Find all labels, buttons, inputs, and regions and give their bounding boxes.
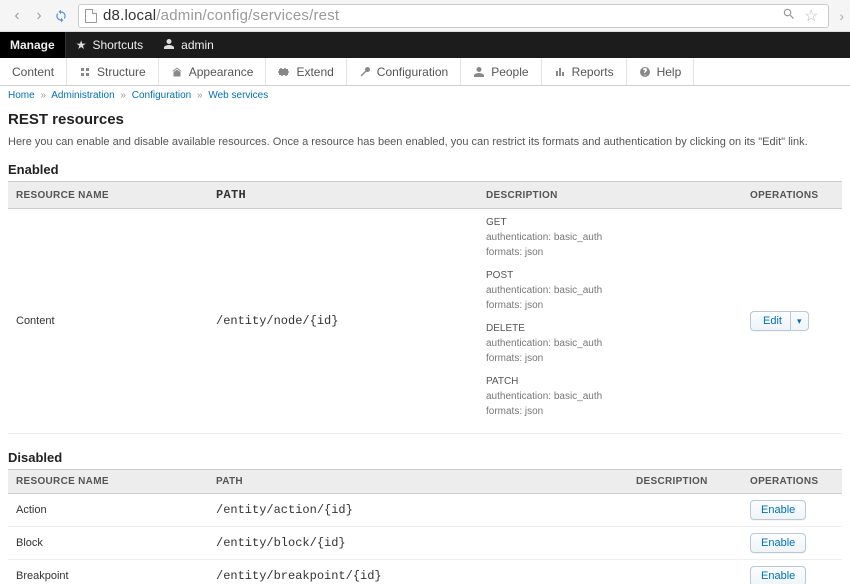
section-enabled-heading: Enabled — [8, 162, 842, 177]
table-row: Action/entity/action/{id} Enable — [8, 494, 842, 527]
breadcrumb-home[interactable]: Home — [8, 90, 35, 101]
user-tab[interactable]: admin — [153, 32, 224, 58]
cell-operations: Enable — [742, 560, 842, 584]
star-icon: ★ — [76, 38, 87, 52]
enable-button[interactable]: Enable — [750, 566, 806, 584]
table-row: Block/entity/block/{id} Enable — [8, 527, 842, 560]
reports-icon — [554, 66, 566, 78]
people-icon — [473, 66, 485, 78]
tab-reports[interactable]: Reports — [542, 58, 627, 85]
cell-path: /entity/block/{id} — [208, 527, 628, 560]
th-operations: OPERATIONS — [742, 182, 842, 209]
enable-button[interactable]: Enable — [750, 500, 806, 520]
tab-appearance[interactable]: Appearance — [159, 58, 267, 85]
breadcrumb-webservices[interactable]: Web services — [208, 90, 268, 101]
reload-button[interactable] — [52, 7, 70, 25]
tab-people[interactable]: People — [461, 58, 541, 85]
cell-path: /entity/action/{id} — [208, 494, 628, 527]
cell-resource-name: Action — [8, 494, 208, 527]
th-operations: OPERATIONS — [742, 470, 842, 494]
browser-chrome: ‹ › d8.local/admin/config/services/rest … — [0, 0, 850, 32]
cell-path: /entity/node/{id} — [208, 209, 478, 434]
edit-dropdown-toggle[interactable]: ▾ — [790, 311, 809, 331]
appearance-icon — [171, 66, 183, 78]
cell-operations: Enable — [742, 494, 842, 527]
tab-help[interactable]: Help — [627, 58, 695, 85]
breadcrumb: Home » Administration » Configuration » … — [0, 86, 850, 105]
breadcrumb-configuration[interactable]: Configuration — [132, 90, 191, 101]
page-title: REST resources — [8, 111, 842, 128]
forward-button[interactable]: › — [30, 7, 48, 25]
caret-down-icon: ▾ — [797, 316, 802, 327]
chevron-right-icon[interactable]: › — [839, 8, 844, 24]
tab-extend[interactable]: Extend — [266, 58, 346, 85]
url-bar[interactable]: d8.local/admin/config/services/rest ☆ — [78, 4, 829, 28]
cell-operations: Edit ▾ — [742, 209, 842, 434]
page-description: Here you can enable and disable availabl… — [8, 136, 842, 148]
th-resource-name: RESOURCE NAME — [8, 182, 208, 209]
bookmark-star-icon[interactable]: ☆ — [804, 6, 818, 26]
th-description: DESCRIPTION — [628, 470, 742, 494]
reload-icon — [54, 9, 68, 23]
cell-description: GET authentication: basic_auth formats: … — [478, 209, 742, 434]
table-row: Content /entity/node/{id} GET authentica… — [8, 209, 842, 434]
help-icon — [639, 66, 651, 78]
zoom-icon[interactable] — [782, 7, 796, 24]
structure-icon — [79, 66, 91, 78]
tab-structure[interactable]: Structure — [67, 58, 159, 85]
enable-button[interactable]: Enable — [750, 533, 806, 553]
cell-description — [628, 560, 742, 584]
section-disabled-heading: Disabled — [8, 450, 842, 465]
cell-resource-name: Block — [8, 527, 208, 560]
tab-configuration[interactable]: Configuration — [347, 58, 461, 85]
site-icon — [85, 9, 97, 23]
th-description: DESCRIPTION — [478, 182, 742, 209]
enabled-table: RESOURCE NAME PATH DESCRIPTION OPERATION… — [8, 181, 842, 434]
cell-resource-name: Content — [8, 209, 208, 434]
disabled-table: RESOURCE NAME PATH DESCRIPTION OPERATION… — [8, 469, 842, 584]
cell-operations: Enable — [742, 527, 842, 560]
manage-tab[interactable]: Manage — [0, 32, 66, 58]
wrench-icon — [359, 66, 371, 78]
cell-path: /entity/breakpoint/{id} — [208, 560, 628, 584]
breadcrumb-administration[interactable]: Administration — [51, 90, 114, 101]
url-text: d8.local/admin/config/services/rest — [103, 7, 339, 24]
th-resource-name: RESOURCE NAME — [8, 470, 208, 494]
user-icon — [163, 38, 175, 53]
th-path: PATH — [208, 470, 628, 494]
shortcuts-tab[interactable]: ★ Shortcuts — [66, 32, 153, 58]
admin-menu: Content Structure Appearance Extend Conf… — [0, 58, 850, 86]
cell-resource-name: Breakpoint — [8, 560, 208, 584]
extend-icon — [278, 66, 290, 78]
cell-description — [628, 494, 742, 527]
table-row: Breakpoint/entity/breakpoint/{id} Enable — [8, 560, 842, 584]
th-path: PATH — [208, 182, 478, 209]
back-button[interactable]: ‹ — [8, 7, 26, 25]
edit-button[interactable]: Edit — [750, 311, 790, 331]
cell-description — [628, 527, 742, 560]
tab-content[interactable]: Content — [0, 58, 67, 85]
admin-toolbar: Manage ★ Shortcuts admin — [0, 32, 850, 58]
